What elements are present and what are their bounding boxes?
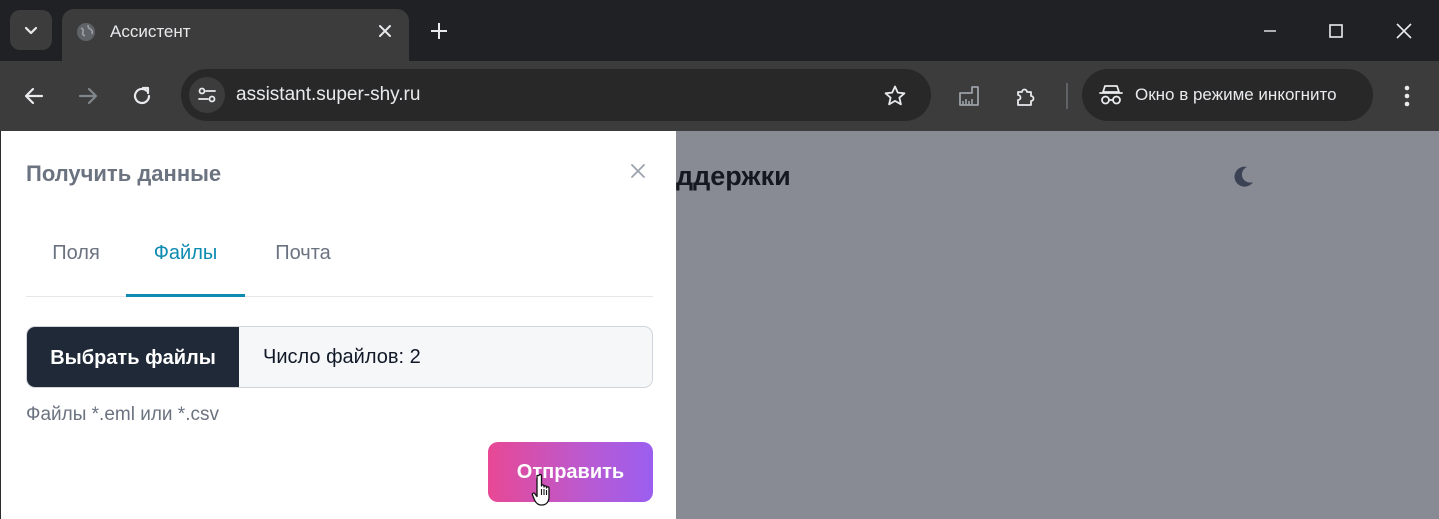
extensions-menu-button[interactable] bbox=[1007, 77, 1045, 115]
hand-pointer-icon bbox=[531, 473, 550, 506]
page-heading: ддержки bbox=[676, 161, 791, 191]
toolbar-divider bbox=[1066, 83, 1068, 109]
tab-strip: Ассистент bbox=[0, 0, 1439, 61]
close-icon bbox=[1396, 23, 1412, 39]
ruler-icon bbox=[959, 86, 979, 106]
incognito-indicator[interactable]: Окно в режиме инкогнито bbox=[1082, 69, 1373, 121]
reload-button[interactable] bbox=[123, 77, 161, 115]
chevron-down-icon bbox=[24, 26, 38, 35]
tab-search-button[interactable] bbox=[10, 10, 52, 50]
page-viewport: ддержки Получить данные Поля Файлы Почта… bbox=[0, 131, 1439, 519]
drawer-title: Получить данные bbox=[26, 161, 222, 186]
extension-button[interactable] bbox=[950, 77, 988, 115]
tab-close-button[interactable] bbox=[374, 20, 396, 42]
tab-files[interactable]: Файлы bbox=[126, 225, 245, 297]
site-info-button[interactable] bbox=[189, 77, 225, 113]
close-icon bbox=[379, 25, 391, 37]
incognito-label: Окно в режиме инкогнито bbox=[1135, 85, 1337, 104]
more-vertical-icon bbox=[1404, 85, 1410, 107]
maximize-button[interactable] bbox=[1316, 14, 1356, 48]
arrow-right-icon bbox=[78, 87, 98, 105]
address-bar[interactable]: assistant.super-shy.ru bbox=[181, 69, 931, 121]
theme-toggle-button[interactable] bbox=[1228, 162, 1258, 192]
forward-button[interactable] bbox=[69, 77, 107, 115]
file-input[interactable]: Выбрать файлы Число файлов: 2 bbox=[26, 326, 653, 388]
browser-tab[interactable]: Ассистент bbox=[62, 9, 409, 61]
new-tab-button[interactable] bbox=[424, 16, 454, 46]
bookmark-button[interactable] bbox=[881, 82, 909, 110]
drawer-tabs: Поля Файлы Почта bbox=[26, 225, 653, 297]
drawer-close-button[interactable] bbox=[625, 158, 651, 184]
globe-icon bbox=[77, 23, 95, 41]
star-icon bbox=[884, 85, 906, 106]
minimize-icon bbox=[1264, 30, 1276, 32]
url-text[interactable]: assistant.super-shy.ru bbox=[236, 84, 420, 106]
close-icon bbox=[631, 164, 645, 178]
file-count-text: Число файлов: 2 bbox=[263, 346, 421, 368]
maximize-icon bbox=[1329, 24, 1343, 38]
submit-button[interactable]: Отправить bbox=[488, 442, 653, 502]
browser-toolbar: assistant.super-shy.ru Окно в режиме инк… bbox=[0, 61, 1439, 131]
window-close-button[interactable] bbox=[1384, 14, 1424, 48]
minimize-button[interactable] bbox=[1250, 14, 1290, 48]
tab-title: Ассистент bbox=[110, 22, 191, 41]
get-data-drawer: Получить данные Поля Файлы Почта Выбрать… bbox=[0, 131, 676, 519]
choose-files-button[interactable]: Выбрать файлы bbox=[27, 327, 239, 387]
reload-icon bbox=[133, 86, 151, 105]
back-button[interactable] bbox=[15, 77, 53, 115]
incognito-icon bbox=[1099, 85, 1123, 105]
arrow-left-icon bbox=[24, 87, 44, 105]
moon-icon bbox=[1234, 166, 1253, 187]
plus-icon bbox=[431, 23, 447, 39]
browser-menu-button[interactable] bbox=[1392, 77, 1422, 115]
tune-icon bbox=[198, 87, 216, 103]
puzzle-icon bbox=[1017, 88, 1035, 106]
tab-mail[interactable]: Почта bbox=[245, 225, 361, 297]
file-types-hint: Файлы *.eml или *.csv bbox=[26, 404, 219, 425]
tab-fields[interactable]: Поля bbox=[26, 225, 126, 297]
